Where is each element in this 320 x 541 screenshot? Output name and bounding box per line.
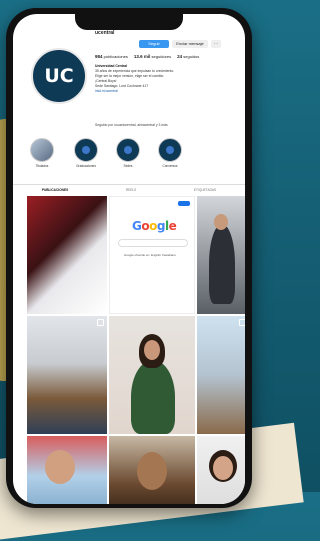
post-thumbnail[interactable] [27, 196, 107, 314]
highlight-item[interactable]: Sedes [115, 138, 141, 168]
google-caption: Google ofrecido en: English Castellano [124, 253, 176, 257]
followed-by-text[interactable]: Seguido por usuariocentral, almacentral … [95, 123, 235, 127]
carousel-icon [239, 319, 245, 326]
bio-link[interactable]: lnkd.in/ucentral [95, 89, 235, 94]
post-thumbnail[interactable] [109, 436, 195, 504]
highlight-item[interactable]: Convenios [157, 138, 183, 168]
followers-count[interactable]: 13.6 mil seguidores [134, 54, 171, 59]
post-thumbnail[interactable] [109, 316, 195, 434]
post-thumbnail[interactable]: Google Google ofrecido en: English Caste… [109, 196, 195, 314]
post-thumbnail[interactable] [197, 436, 245, 504]
highlight-label: Sedes [123, 164, 133, 168]
profile-stats: 984 publicaciones 13.6 mil seguidores 24… [95, 54, 235, 59]
profile-avatar[interactable]: UC [31, 48, 87, 104]
google-logo: Google [132, 219, 177, 233]
person-face [213, 456, 233, 480]
story-highlights: Titulados Graduaciones Sedes Convenios [13, 138, 245, 182]
posts-count[interactable]: 984 publicaciones [95, 54, 128, 59]
highlight-cover [158, 138, 182, 162]
phone-screen: UC ucentral Seguir Enviar mensaje ··· 98… [13, 14, 245, 504]
highlight-label: Graduaciones [76, 164, 96, 168]
post-thumbnail[interactable] [27, 316, 107, 434]
tab-tagged[interactable]: ETIQUETADAS [194, 188, 216, 192]
highlight-cover [30, 138, 54, 162]
person-face [45, 450, 75, 484]
message-button[interactable]: Enviar mensaje [172, 40, 208, 48]
phone-frame: UC ucentral Seguir Enviar mensaje ··· 98… [6, 8, 252, 508]
profile-tabs: PUBLICACIONES REELS ETIQUETADAS [13, 184, 245, 195]
person-figure [209, 224, 235, 304]
carousel-icon [97, 319, 104, 326]
profile-username: ucentral [95, 30, 115, 36]
phone-notch [75, 14, 183, 30]
highlight-cover [74, 138, 98, 162]
tab-posts[interactable]: PUBLICACIONES [42, 188, 68, 192]
more-options-button[interactable]: ··· [211, 40, 221, 48]
following-count[interactable]: 24 seguidos [177, 54, 199, 59]
highlight-item[interactable]: Graduaciones [73, 138, 99, 168]
tab-reels[interactable]: REELS [126, 188, 136, 192]
highlight-item[interactable]: Titulados [29, 138, 55, 168]
post-thumbnail[interactable] [197, 316, 245, 434]
person-face [214, 214, 228, 230]
highlight-cover [116, 138, 140, 162]
profile-header: UC ucentral Seguir Enviar mensaje ··· 98… [13, 28, 245, 148]
highlight-label: Convenios [162, 164, 178, 168]
avatar-logo-text: UC [44, 65, 74, 87]
google-search-bar [118, 239, 188, 247]
posts-grid: Google Google ofrecido en: English Caste… [27, 196, 245, 504]
person-figure [131, 360, 175, 434]
profile-bio: Universidad Central 35 años de experienc… [95, 64, 235, 94]
post-thumbnail[interactable] [27, 436, 107, 504]
post-thumbnail[interactable] [197, 196, 245, 314]
person-face [137, 452, 167, 490]
follow-button[interactable]: Seguir [139, 40, 169, 48]
person-face [144, 340, 160, 360]
google-signin-button [178, 201, 190, 206]
highlight-label: Titulados [35, 164, 49, 168]
